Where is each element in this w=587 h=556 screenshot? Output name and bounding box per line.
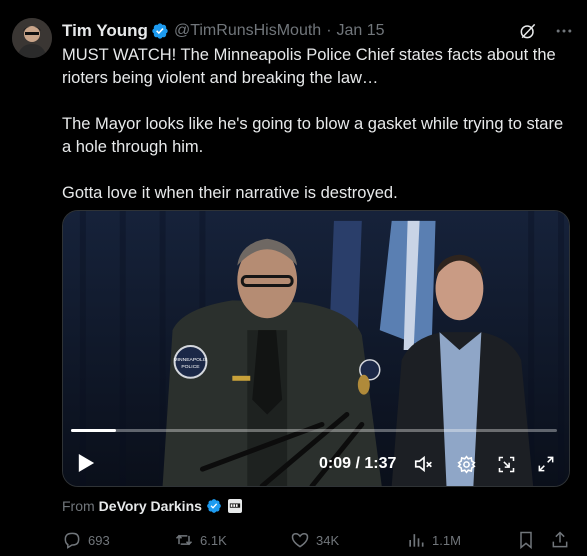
gear-icon[interactable]	[455, 453, 477, 475]
video-controls: 0:09 / 1:37	[63, 447, 569, 479]
header-actions	[517, 20, 575, 42]
share-icon[interactable]	[550, 528, 570, 552]
tweet-paragraph-2: The Mayor looks like he's going to blow …	[62, 115, 564, 156]
tweet-text: MUST WATCH! The Minneapolis Police Chief…	[62, 44, 567, 205]
video-progress-fill	[71, 429, 117, 432]
picture-in-picture-icon[interactable]	[495, 453, 517, 475]
tweet-header: Tim Young @TimRunsHisMouth · Jan 15	[62, 20, 385, 42]
video-source: From DeVory Darkins	[62, 498, 242, 514]
reply-icon	[62, 530, 82, 550]
reply-button[interactable]: 693	[62, 528, 110, 552]
verified-badge-icon	[151, 22, 169, 40]
bookmark-icon[interactable]	[516, 528, 536, 552]
views-count: 1.1M	[432, 532, 461, 548]
expand-icon[interactable]	[535, 453, 557, 475]
repost-button[interactable]: 6.1K	[174, 528, 227, 552]
like-button[interactable]: 34K	[290, 528, 339, 552]
slash-circle-icon[interactable]	[517, 20, 539, 42]
tweet-paragraph-3: Gotta love it when their narrative is de…	[62, 184, 398, 202]
source-label: From	[62, 498, 95, 514]
heart-icon	[290, 530, 310, 550]
repost-count: 6.1K	[200, 532, 227, 548]
source-name[interactable]: DeVory Darkins	[99, 498, 202, 514]
video-frame: MINNEAPOLIS POLICE	[63, 211, 569, 486]
volume-muted-icon[interactable]	[413, 453, 435, 475]
separator-dot: ·	[326, 22, 332, 39]
views-button[interactable]: 1.1M	[406, 528, 461, 552]
tweet-actions: 693 6.1K 34K 1.1M	[62, 528, 572, 552]
reply-count: 693	[88, 532, 110, 548]
verified-badge-icon	[206, 498, 222, 514]
tweet-paragraph-1: MUST WATCH! The Minneapolis Police Chief…	[62, 46, 556, 87]
like-count: 34K	[316, 532, 340, 548]
video-player[interactable]: MINNEAPOLIS POLICE 0:09 / 1:37	[62, 210, 570, 487]
video-progress-bar[interactable]	[71, 429, 557, 432]
play-icon[interactable]	[77, 453, 97, 475]
tweet-card: Tim Young @TimRunsHisMouth · Jan 15 MUST…	[0, 0, 587, 556]
views-icon	[406, 530, 426, 550]
author-handle[interactable]: @TimRunsHisMouth	[174, 22, 321, 40]
avatar[interactable]	[12, 18, 52, 58]
patch-text-line2: POLICE	[181, 364, 200, 370]
author-name[interactable]: Tim Young	[62, 21, 148, 41]
patch-text-line1: MINNEAPOLIS	[173, 357, 208, 363]
more-horizontal-icon[interactable]	[553, 20, 575, 42]
affiliate-badge-icon	[227, 499, 242, 513]
tweet-date[interactable]: Jan 15	[337, 22, 385, 40]
video-time: 0:09 / 1:37	[319, 455, 397, 472]
repost-icon	[174, 530, 194, 550]
